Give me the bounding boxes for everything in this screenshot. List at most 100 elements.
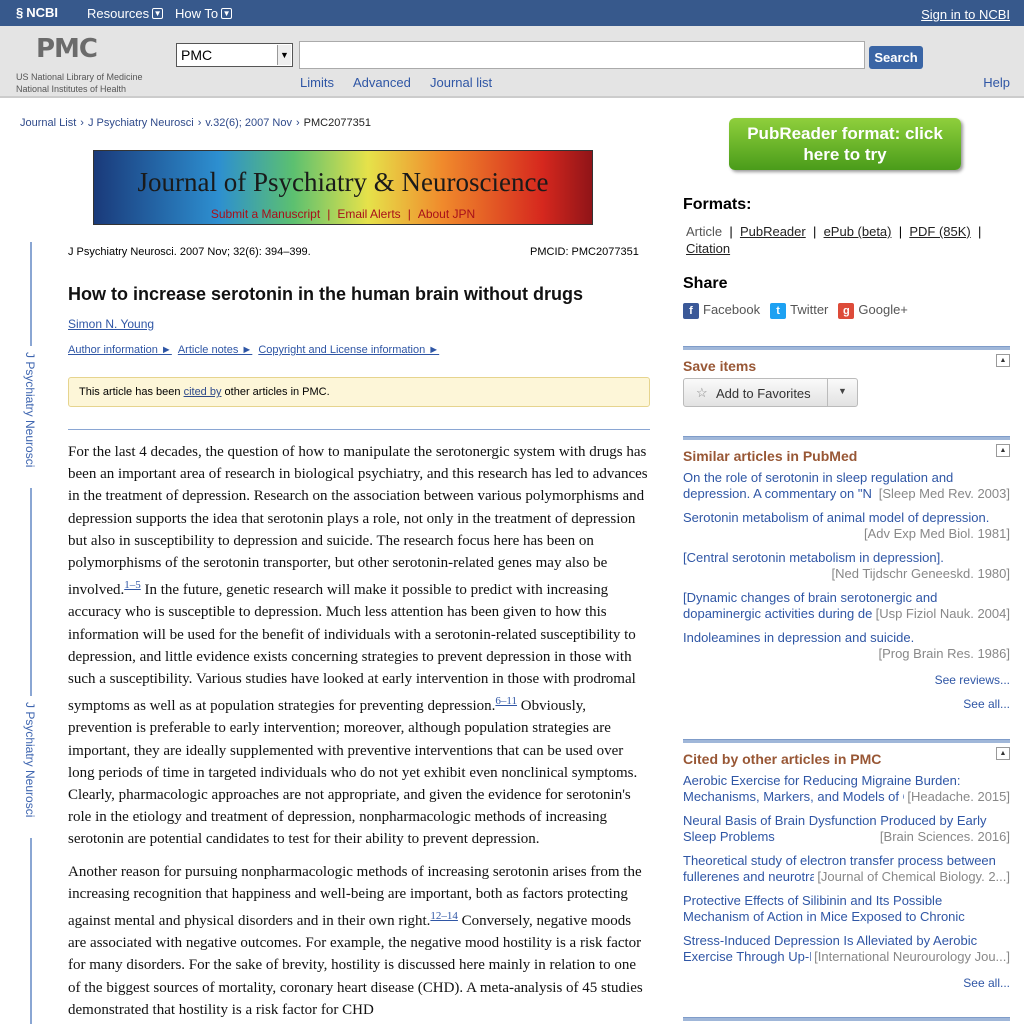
similar-article-source: [Prog Brain Res. 1986] bbox=[875, 646, 1010, 662]
cited-article-item[interactable]: Neural Basis of Brain Dysfunction Produc… bbox=[683, 813, 1010, 845]
article-notes-link[interactable]: Article notes ► bbox=[178, 344, 252, 356]
copyright-link[interactable]: Copyright and License information ► bbox=[258, 344, 439, 356]
org-line-2: National Institutes of Health bbox=[16, 84, 127, 94]
similar-article-item[interactable]: [Central serotonin metabolism in depress… bbox=[683, 550, 1010, 582]
chevron-right-icon: › bbox=[80, 117, 84, 129]
limits-link[interactable]: Limits bbox=[300, 75, 334, 90]
cited-article-item[interactable]: Theoretical study of electron transfer p… bbox=[683, 853, 1010, 885]
star-icon: ☆ bbox=[696, 385, 708, 400]
database-selected: PMC bbox=[181, 47, 213, 63]
format-epub[interactable]: ePub (beta) bbox=[824, 224, 892, 239]
chevron-right-icon: › bbox=[197, 117, 202, 129]
breadcrumb-journal[interactable]: J Psychiatry Neurosci bbox=[88, 117, 194, 129]
cited-article-source: [Brain Sciences. 2016] bbox=[876, 829, 1010, 845]
cited-by-link[interactable]: cited by bbox=[184, 386, 222, 398]
cited-by-heading: Cited by other articles in PMC bbox=[683, 751, 882, 767]
format-pubreader[interactable]: PubReader bbox=[740, 224, 806, 239]
ncbi-helix-icon: § bbox=[16, 5, 24, 20]
similar-articles-heading: Similar articles in PubMed bbox=[683, 448, 858, 464]
collapse-toggle-icon[interactable]: ▲ bbox=[996, 444, 1010, 457]
collapse-toggle-icon[interactable]: ▲ bbox=[996, 747, 1010, 760]
save-items-portlet: Save items ▲ bbox=[683, 346, 1010, 374]
database-select[interactable]: PMC ▼ bbox=[176, 43, 293, 67]
portlet-bar bbox=[683, 739, 1010, 743]
side-nav-line bbox=[30, 838, 32, 1024]
resources-menu[interactable]: Resources ▼ bbox=[87, 6, 164, 21]
similar-article-source: [Sleep Med Rev. 2003] bbox=[875, 486, 1010, 502]
collapse-toggle-icon[interactable]: ▲ bbox=[996, 354, 1010, 367]
submit-manuscript-link[interactable]: Submit a Manuscript bbox=[204, 207, 327, 221]
format-article: Article bbox=[686, 224, 723, 239]
see-all-similar-link[interactable]: See all... bbox=[963, 697, 1010, 711]
similar-article-source: [Usp Fiziol Nauk. 2004] bbox=[872, 606, 1010, 622]
cited-article-source: [International Neurourology Jou...] bbox=[811, 949, 1010, 965]
chevron-down-icon[interactable]: ▼ bbox=[838, 386, 847, 396]
cited-article-item[interactable]: Stress-Induced Depression Is Alleviated … bbox=[683, 933, 1010, 965]
howto-menu[interactable]: How To ▼ bbox=[175, 6, 233, 21]
breadcrumb-current: PMC2077351 bbox=[303, 117, 371, 129]
paragraph-text: Obviously, prevention is preferable to e… bbox=[68, 698, 638, 848]
similar-article-item[interactable]: Indoleamines in depression and suicide.[… bbox=[683, 630, 1010, 662]
author-information-link[interactable]: Author information ► bbox=[68, 344, 172, 356]
breadcrumb-journal-list[interactable]: Journal List bbox=[20, 117, 76, 129]
divider bbox=[827, 379, 828, 406]
reference-link[interactable]: 1–5 bbox=[124, 579, 141, 591]
email-alerts-link[interactable]: Email Alerts bbox=[330, 207, 407, 221]
journal-list-link[interactable]: Journal list bbox=[430, 75, 492, 90]
cited-notice-text: This article has been bbox=[79, 386, 184, 398]
format-citation[interactable]: Citation bbox=[686, 241, 730, 256]
chevron-down-icon: ▼ bbox=[152, 8, 164, 19]
side-nav-line bbox=[30, 488, 32, 696]
similar-article-item[interactable]: On the role of serotonin in sleep regula… bbox=[683, 470, 1010, 502]
cited-article-title[interactable]: Protective Effects of Silibinin and Its … bbox=[683, 893, 1010, 925]
similar-article-item[interactable]: [Dynamic changes of brain serotonergic a… bbox=[683, 590, 1010, 622]
pubreader-button[interactable]: PubReader format: click here to try bbox=[729, 118, 961, 170]
portlet-bar bbox=[683, 436, 1010, 440]
reference-link[interactable]: 12–14 bbox=[430, 910, 458, 922]
search-button[interactable]: Search bbox=[869, 46, 923, 69]
reference-link[interactable]: 6–11 bbox=[495, 695, 517, 707]
advanced-link[interactable]: Advanced bbox=[353, 75, 411, 90]
cited-article-item[interactable]: Aerobic Exercise for Reducing Migraine B… bbox=[683, 773, 1010, 805]
share-heading: Share bbox=[683, 275, 728, 292]
add-to-favorites-button[interactable]: ☆ Add to Favorites ▼ bbox=[683, 378, 858, 407]
search-input[interactable] bbox=[299, 41, 865, 69]
format-pdf[interactable]: PDF (85K) bbox=[909, 224, 970, 239]
save-items-heading: Save items bbox=[683, 358, 757, 374]
share-facebook[interactable]: f Facebook bbox=[683, 302, 760, 319]
similar-articles-portlet: Similar articles in PubMed ▲ bbox=[683, 436, 1010, 464]
see-all-cited-link[interactable]: See all... bbox=[963, 976, 1010, 990]
search-bar: PMC US National Library of Medicine Nati… bbox=[0, 26, 1024, 98]
paragraph-text: In the future, genetic research will mak… bbox=[68, 582, 636, 715]
cited-notice-text: other articles in PMC. bbox=[221, 386, 330, 398]
article-info-links: Author information ► Article notes ► Cop… bbox=[68, 344, 439, 356]
share-googleplus[interactable]: g Google+ bbox=[838, 302, 908, 319]
cited-article-item[interactable]: Protective Effects of Silibinin and Its … bbox=[683, 893, 1010, 925]
similar-article-item[interactable]: Serotonin metabolism of animal model of … bbox=[683, 510, 1010, 542]
share-facebook-label: Facebook bbox=[703, 302, 761, 317]
side-journal-label[interactable]: J Psychiatry Neurosci bbox=[23, 352, 37, 467]
breadcrumb-issue[interactable]: v.32(6); 2007 Nov bbox=[205, 117, 292, 129]
ncbi-label: NCBI bbox=[26, 5, 59, 20]
breadcrumb: Journal List › J Psychiatry Neurosci › v.3… bbox=[20, 117, 371, 129]
journal-title: Journal of Psychiatry & Neuroscience bbox=[137, 167, 549, 197]
banner-links: Submit a Manuscript | Email Alerts | About J… bbox=[94, 207, 592, 221]
side-nav-line bbox=[30, 242, 32, 346]
about-jpn-link[interactable]: About JPN bbox=[411, 207, 482, 221]
article-body: For the last 4 decades, the question of … bbox=[68, 441, 652, 1031]
ncbi-logo[interactable]: § NCBI bbox=[16, 5, 58, 20]
author-link[interactable]: Simon N. Young bbox=[68, 317, 154, 331]
share-links: f Facebook t Twitter g Google+ bbox=[683, 302, 908, 319]
cited-by-notice: This article has been cited by other art… bbox=[68, 377, 650, 407]
paragraph: Another reason for pursuing nonpharmacol… bbox=[68, 861, 652, 1021]
share-twitter[interactable]: t Twitter bbox=[770, 302, 828, 319]
sign-in-link[interactable]: Sign in to NCBI bbox=[921, 7, 1010, 22]
see-reviews-link[interactable]: See reviews... bbox=[935, 673, 1010, 687]
side-journal-label[interactable]: J Psychiatry Neurosci bbox=[23, 702, 37, 817]
cited-article-source: [Journal of Chemical Biology. 2...] bbox=[814, 869, 1010, 885]
help-link[interactable]: Help bbox=[983, 75, 1010, 90]
cited-article-source: [Headache. 2015] bbox=[904, 789, 1010, 805]
paragraph: For the last 4 decades, the question of … bbox=[68, 441, 652, 851]
chevron-right-icon: › bbox=[296, 117, 300, 129]
portlet-bar bbox=[683, 346, 1010, 350]
